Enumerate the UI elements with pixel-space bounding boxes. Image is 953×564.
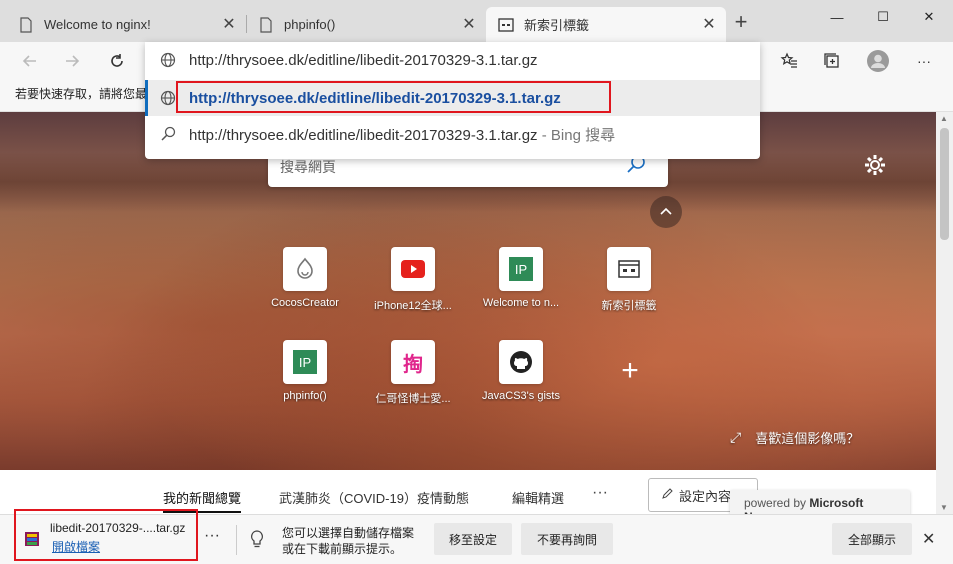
- selection-highlight-box: [176, 81, 611, 113]
- tip-line-2: 或在下載前顯示提示。: [282, 542, 403, 556]
- close-tab-icon[interactable]: ✕: [460, 15, 478, 33]
- news-tab-editors-picks[interactable]: 編輯精選: [512, 488, 564, 507]
- maximize-button[interactable]: ☐: [860, 4, 906, 30]
- forward-arrow-icon[interactable]: [58, 48, 86, 74]
- scrollbar-thumb[interactable]: [940, 128, 949, 240]
- tab-title: Welcome to nginx!: [44, 17, 151, 32]
- page-icon: [258, 16, 274, 33]
- lightbulb-icon: [248, 529, 266, 549]
- tab-title: phpinfo(): [284, 17, 336, 32]
- youtube-icon: [391, 247, 435, 291]
- download-item[interactable]: libedit-20170329-....tar.gz 開啟檔案: [14, 509, 198, 561]
- dont-ask-again-button[interactable]: 不要再詢問: [521, 523, 613, 555]
- tile-label: iPhone12全球...: [374, 300, 452, 312]
- tab-title: 新索引標籤: [524, 18, 590, 33]
- github-icon: [499, 340, 543, 384]
- favorites-icon[interactable]: [775, 48, 803, 74]
- divider: [236, 525, 237, 555]
- scroll-up-icon[interactable]: ▲: [940, 114, 948, 123]
- download-more-button[interactable]: ···: [204, 527, 220, 545]
- favorites-bar-hint: 若要快速存取，請將您最: [15, 87, 148, 101]
- quick-link-tile[interactable]: 掏 仁哥怪博士愛...: [365, 340, 461, 420]
- close-tab-icon[interactable]: ✕: [700, 15, 718, 33]
- quick-link-tile[interactable]: iPhone12全球...: [365, 247, 461, 327]
- newtab-icon: [607, 247, 651, 291]
- minimize-button[interactable]: —: [814, 4, 860, 30]
- close-tab-icon[interactable]: ✕: [220, 15, 238, 33]
- suggestion-row[interactable]: http://thrysoee.dk/editline/libedit-2017…: [145, 42, 760, 78]
- address-suggestions-dropdown: http://thrysoee.dk/editline/libedit-2017…: [145, 42, 760, 159]
- search-placeholder: 搜尋網頁: [280, 159, 336, 175]
- suggestion-search-text: http://thrysoee.dk/editline/libedit-2017…: [189, 124, 615, 145]
- scroll-down-icon[interactable]: ▼: [940, 503, 948, 512]
- ip-glyph: IP: [293, 350, 317, 374]
- add-quick-link-button[interactable]: +: [614, 356, 646, 388]
- news-tab-my-feed[interactable]: 我的新聞總覽: [163, 488, 242, 513]
- tab-new-tab[interactable]: 新索引標籤 ✕: [486, 7, 726, 42]
- globe-icon: [159, 89, 177, 107]
- ip-glyph: IP: [509, 257, 533, 281]
- ip-icon: IP: [283, 340, 327, 384]
- suggestion-query: http://thrysoee.dk/editline/libedit-2017…: [189, 126, 538, 144]
- quick-link-tile[interactable]: JavaCS3's gists: [473, 340, 569, 420]
- like-image-text: 喜歡這個影像嗎？: [755, 431, 860, 446]
- powered-prefix: powered by: [744, 496, 810, 510]
- collections-icon[interactable]: [818, 48, 846, 74]
- news-more-button[interactable]: ···: [592, 484, 608, 502]
- archive-file-icon: [24, 531, 40, 547]
- tab-nginx[interactable]: Welcome to nginx! ✕: [6, 7, 247, 42]
- ip-icon: IP: [499, 247, 543, 291]
- download-bar: libedit-20170329-....tar.gz 開啟檔案 ··· 您可以…: [0, 509, 953, 564]
- tile-label: 仁哥怪博士愛...: [375, 393, 451, 405]
- download-tip: 您可以選擇自動儲存檔案 或在下載前顯示提示。: [282, 525, 414, 557]
- tile-label: JavaCS3's gists: [482, 390, 560, 402]
- tab-phpinfo[interactable]: phpinfo() ✕: [246, 7, 487, 42]
- selection-indicator: [145, 80, 148, 116]
- customize-label: 設定內容: [679, 488, 732, 504]
- open-file-link[interactable]: 開啟檔案: [52, 538, 100, 555]
- pencil-icon: [661, 487, 673, 503]
- new-tab-button[interactable]: +: [730, 11, 752, 34]
- newtab-icon: [498, 17, 514, 33]
- title-bar: Welcome to nginx! ✕ phpinfo() ✕ 新索引標籤 ✕ …: [0, 0, 953, 42]
- collapse-chevron-up-icon[interactable]: [650, 196, 682, 228]
- tao-icon: 掏: [391, 340, 435, 384]
- news-tab-covid[interactable]: 武漢肺炎（COVID-19）疫情動態: [279, 488, 469, 507]
- globe-icon: [159, 51, 177, 69]
- refresh-icon[interactable]: [103, 48, 131, 74]
- quick-link-tile[interactable]: IP Welcome to n...: [473, 247, 569, 327]
- suggestion-row-search[interactable]: http://thrysoee.dk/editline/libedit-2017…: [145, 116, 760, 152]
- quick-link-tile[interactable]: 新索引標籤: [581, 247, 677, 327]
- page-icon: [18, 16, 34, 33]
- tip-line-1: 您可以選擇自動儲存檔案: [282, 526, 415, 540]
- suggestion-url: http://thrysoee.dk/editline/libedit-2017…: [189, 51, 538, 69]
- quick-link-tile[interactable]: CocosCreator: [257, 247, 353, 327]
- page-scrollbar[interactable]: ▲ ▼: [936, 112, 953, 514]
- search-icon: [159, 125, 177, 143]
- powered-by-label: powered by Microsoft News: [730, 490, 910, 524]
- suggestion-engine: - Bing 搜尋: [537, 126, 616, 144]
- settings-more-button[interactable]: ···: [910, 48, 938, 74]
- tile-label: Welcome to n...: [482, 297, 560, 309]
- download-file-name: libedit-20170329-....tar.gz: [50, 521, 186, 535]
- cocos-icon: [283, 247, 327, 291]
- tile-label: CocosCreator: [271, 297, 339, 309]
- show-all-downloads-button[interactable]: 全部顯示: [832, 523, 912, 555]
- expand-icon[interactable]: ⤢: [730, 429, 741, 446]
- back-arrow-icon[interactable]: [16, 48, 44, 74]
- like-image-prompt[interactable]: ⤢ 喜歡這個影像嗎？: [730, 428, 859, 447]
- tao-glyph: 掏: [403, 353, 423, 376]
- quick-link-tile[interactable]: IP phpinfo(): [257, 340, 353, 420]
- tile-label: 新索引標籤: [601, 300, 657, 312]
- go-to-settings-button[interactable]: 移至設定: [434, 523, 512, 555]
- profile-avatar[interactable]: [864, 48, 892, 74]
- close-download-bar-button[interactable]: ✕: [922, 529, 935, 549]
- close-window-button[interactable]: ✕: [906, 4, 952, 30]
- page-settings-gear-icon[interactable]: [863, 153, 887, 177]
- tile-label: phpinfo(): [283, 390, 327, 402]
